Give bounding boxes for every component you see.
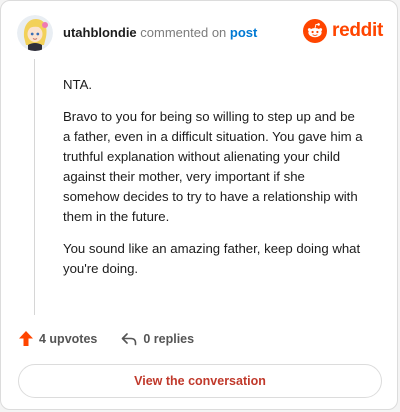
upvote-arrow-icon — [19, 331, 33, 346]
upvote-count: 4 upvotes — [39, 331, 98, 346]
comment-actions: 4 upvotes 0 replies — [19, 331, 194, 346]
comment-header: utahblondie commented on post — [63, 25, 257, 41]
comment-card: utahblondie commented on post reddit NTA… — [0, 0, 398, 410]
upvote-button[interactable]: 4 upvotes — [19, 331, 97, 346]
comment-paragraph: You sound like an amazing father, keep d… — [63, 241, 361, 276]
reddit-logo-icon — [303, 19, 328, 43]
reply-arrow-icon — [122, 332, 137, 345]
avatar[interactable] — [17, 15, 53, 51]
post-link[interactable]: post — [230, 25, 257, 40]
username[interactable]: utahblondie — [63, 25, 137, 40]
reddit-wordmark: reddit — [332, 20, 383, 41]
reply-count: 0 replies — [143, 331, 195, 346]
view-conversation-button[interactable]: View the conversation — [18, 364, 382, 398]
thread-line — [34, 59, 35, 315]
reddit-brand[interactable]: reddit — [303, 19, 383, 43]
comment-paragraph: NTA. — [63, 77, 93, 92]
action-text: commented on — [140, 25, 227, 40]
comment-body: NTA. Bravo to you for being so willing t… — [63, 75, 363, 291]
comment-paragraph: Bravo to you for being so willing to ste… — [63, 109, 363, 224]
reply-button[interactable]: 0 replies — [121, 332, 194, 346]
